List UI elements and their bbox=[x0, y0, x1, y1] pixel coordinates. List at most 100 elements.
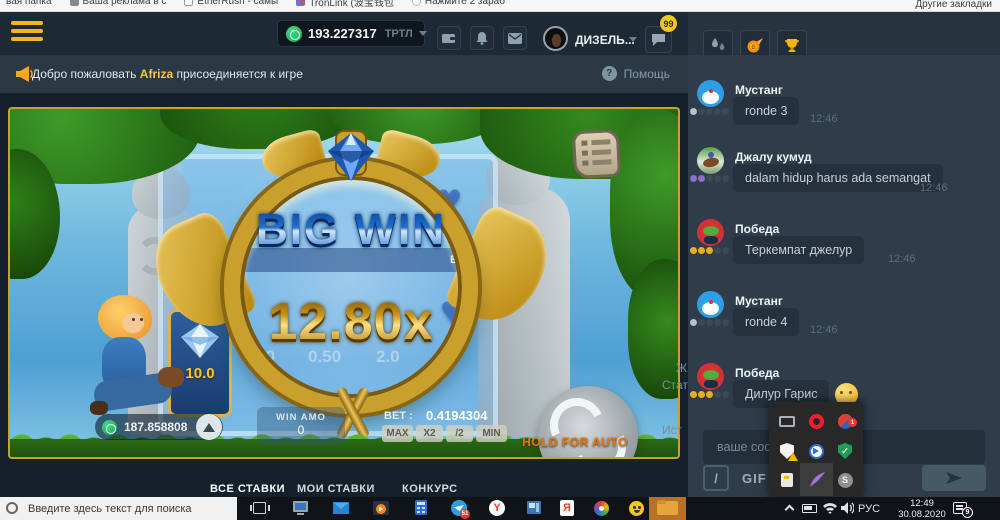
big-win-ring bbox=[224, 160, 478, 414]
bet-max-button[interactable]: MAX bbox=[382, 425, 413, 442]
bet-min-button[interactable]: MIN bbox=[476, 425, 507, 442]
taskbar-yandex-icon[interactable]: Я bbox=[559, 500, 576, 517]
trophy-icon bbox=[784, 38, 800, 53]
slash-command-button[interactable]: / bbox=[703, 465, 729, 491]
monitor-tray-icon[interactable] bbox=[772, 406, 802, 436]
big-win-text: BIG WIN bbox=[224, 205, 478, 255]
bell-icon bbox=[476, 32, 488, 45]
notification-username: Afriza bbox=[140, 67, 173, 81]
chat-username[interactable]: Победа bbox=[735, 366, 779, 380]
chat-username[interactable]: Победа bbox=[735, 222, 779, 236]
bookmark-item[interactable]: TronLink (波宝钱包 bbox=[296, 0, 394, 9]
clock-time: 12:49 bbox=[893, 498, 951, 509]
player-tray-icon[interactable] bbox=[801, 436, 831, 466]
hold-for-auto-label: HOLD FOR AUTO bbox=[510, 435, 640, 449]
chat-username[interactable]: Мустанг bbox=[735, 83, 783, 97]
level-badges bbox=[690, 175, 729, 182]
taskbar-pc-icon[interactable] bbox=[293, 500, 310, 517]
speaker-icon[interactable] bbox=[841, 502, 854, 514]
skype-tray-icon[interactable]: S bbox=[830, 465, 860, 495]
side-label[interactable]: Ж bbox=[676, 361, 687, 375]
defender-tray-icon[interactable] bbox=[772, 436, 802, 466]
tab-all-bets[interactable]: ВСЕ СТАВКИ bbox=[210, 483, 285, 495]
win-amount-value: 0 bbox=[257, 423, 345, 437]
level-badges bbox=[690, 319, 729, 326]
telegram-badge: 51 bbox=[460, 509, 470, 519]
game-menu-button[interactable] bbox=[572, 129, 621, 179]
question-icon: ? bbox=[602, 66, 617, 81]
user-avatar[interactable] bbox=[543, 26, 568, 51]
battery-icon[interactable] bbox=[802, 504, 817, 513]
chat-header: B Глобальный bbox=[688, 12, 1000, 55]
help-label: Помощь bbox=[624, 67, 670, 81]
bookmark-item[interactable]: EtherRush - самы bbox=[184, 0, 278, 7]
tray-expand-chevron[interactable] bbox=[785, 505, 795, 515]
antivirus-tray-icon[interactable]: ✓ bbox=[830, 436, 860, 466]
rain-icon bbox=[711, 38, 726, 52]
avatar[interactable] bbox=[697, 219, 724, 246]
chat-message: Теркемпат джелур bbox=[733, 236, 864, 264]
gem-icon bbox=[322, 125, 380, 187]
win-amount-panel: WIN AMO 0 bbox=[257, 407, 345, 445]
username[interactable]: ДИЗЕЛЬ... bbox=[575, 33, 635, 47]
tab-my-bets[interactable]: МОИ СТАВКИ bbox=[297, 483, 375, 495]
level-badges bbox=[690, 108, 729, 115]
gif-button[interactable]: GIF bbox=[742, 471, 767, 486]
opera-tray-icon[interactable] bbox=[801, 406, 831, 436]
send-message-button[interactable] bbox=[922, 465, 986, 491]
notification-bar: Добро пожаловать Afriza присоединяется к… bbox=[0, 55, 688, 93]
balance-pill[interactable]: 193.227317 ТРТЛ bbox=[277, 20, 425, 47]
device-tray-icon[interactable] bbox=[772, 465, 802, 495]
avatar[interactable] bbox=[697, 147, 724, 174]
wifi-icon[interactable] bbox=[823, 502, 837, 514]
chevron-down-icon[interactable] bbox=[629, 37, 637, 42]
other-bookmarks-button[interactable]: Другие закладки bbox=[915, 0, 992, 10]
avatar[interactable] bbox=[697, 80, 724, 107]
bookmark-item[interactable]: Нажмите 2 зараб bbox=[412, 0, 505, 7]
avatar[interactable] bbox=[697, 363, 724, 390]
feather-icon bbox=[808, 471, 826, 489]
taskbar-video-icon[interactable] bbox=[373, 500, 390, 517]
task-view-button[interactable] bbox=[252, 500, 269, 517]
currency-selector[interactable]: ТРТЛ bbox=[385, 28, 413, 40]
notification-text: Добро пожаловать Afriza присоединяется к… bbox=[32, 67, 303, 81]
game-balance-value: 187.858808 bbox=[124, 420, 187, 434]
deposit-button[interactable] bbox=[196, 414, 222, 440]
bookmark-item[interactable]: вая папка bbox=[6, 0, 52, 7]
taskbar-telegram-icon[interactable]: 51 bbox=[451, 500, 468, 517]
windows-taskbar: 51 Y Я РУС 1 bbox=[0, 497, 1000, 520]
help-button[interactable]: ? Помощь bbox=[602, 66, 670, 81]
bookmark-item[interactable]: Ваша реклама в с bbox=[70, 0, 167, 7]
taskbar-explorer-active[interactable] bbox=[649, 497, 686, 520]
language-indicator[interactable]: РУС bbox=[858, 503, 880, 515]
mail-button[interactable] bbox=[503, 26, 527, 50]
taskbar-notes-icon[interactable] bbox=[526, 500, 543, 517]
bet-label: BET : bbox=[384, 410, 413, 422]
chat-username[interactable]: Мустанг bbox=[735, 294, 783, 308]
cortana-icon bbox=[6, 502, 18, 514]
taskbar-emoji-app-icon[interactable] bbox=[629, 500, 646, 517]
wallet-button[interactable] bbox=[437, 26, 461, 50]
app-tray-icon-badged[interactable]: 1 bbox=[830, 406, 860, 436]
svg-text:B: B bbox=[751, 45, 756, 51]
taskbar-search-input[interactable] bbox=[0, 497, 237, 520]
notifications-button[interactable] bbox=[470, 26, 494, 50]
tab-contest[interactable]: КОНКУРС bbox=[402, 483, 458, 495]
bet-x2-button[interactable]: X2 bbox=[416, 425, 443, 442]
side-label[interactable]: Стат bbox=[662, 378, 688, 392]
taskbar-mail-icon[interactable] bbox=[333, 500, 350, 517]
game-canvas[interactable]: WIN C ESPIN 10.0 30 0.50 2.0 ♥ ♥ bbox=[8, 107, 680, 459]
coin-icon bbox=[286, 26, 302, 42]
chat-message: ronde 4 bbox=[733, 308, 799, 336]
chat-username[interactable]: Джалу кумуд bbox=[735, 150, 812, 164]
taskbar-yandex-browser-icon[interactable]: Y bbox=[489, 500, 506, 517]
side-label[interactable]: Ист bbox=[662, 423, 682, 437]
bet-half-button[interactable]: /2 bbox=[446, 425, 473, 442]
avatar[interactable] bbox=[697, 291, 724, 318]
taskbar-calculator-icon[interactable] bbox=[413, 500, 430, 517]
taskbar-paint-icon[interactable] bbox=[594, 500, 611, 517]
taskbar-clock[interactable]: 12:49 30.08.2020 bbox=[893, 497, 951, 520]
send-icon bbox=[946, 472, 962, 484]
game-area: WIN C ESPIN 10.0 30 0.50 2.0 ♥ ♥ bbox=[0, 93, 688, 520]
feather-tray-icon-selected[interactable] bbox=[800, 463, 833, 496]
